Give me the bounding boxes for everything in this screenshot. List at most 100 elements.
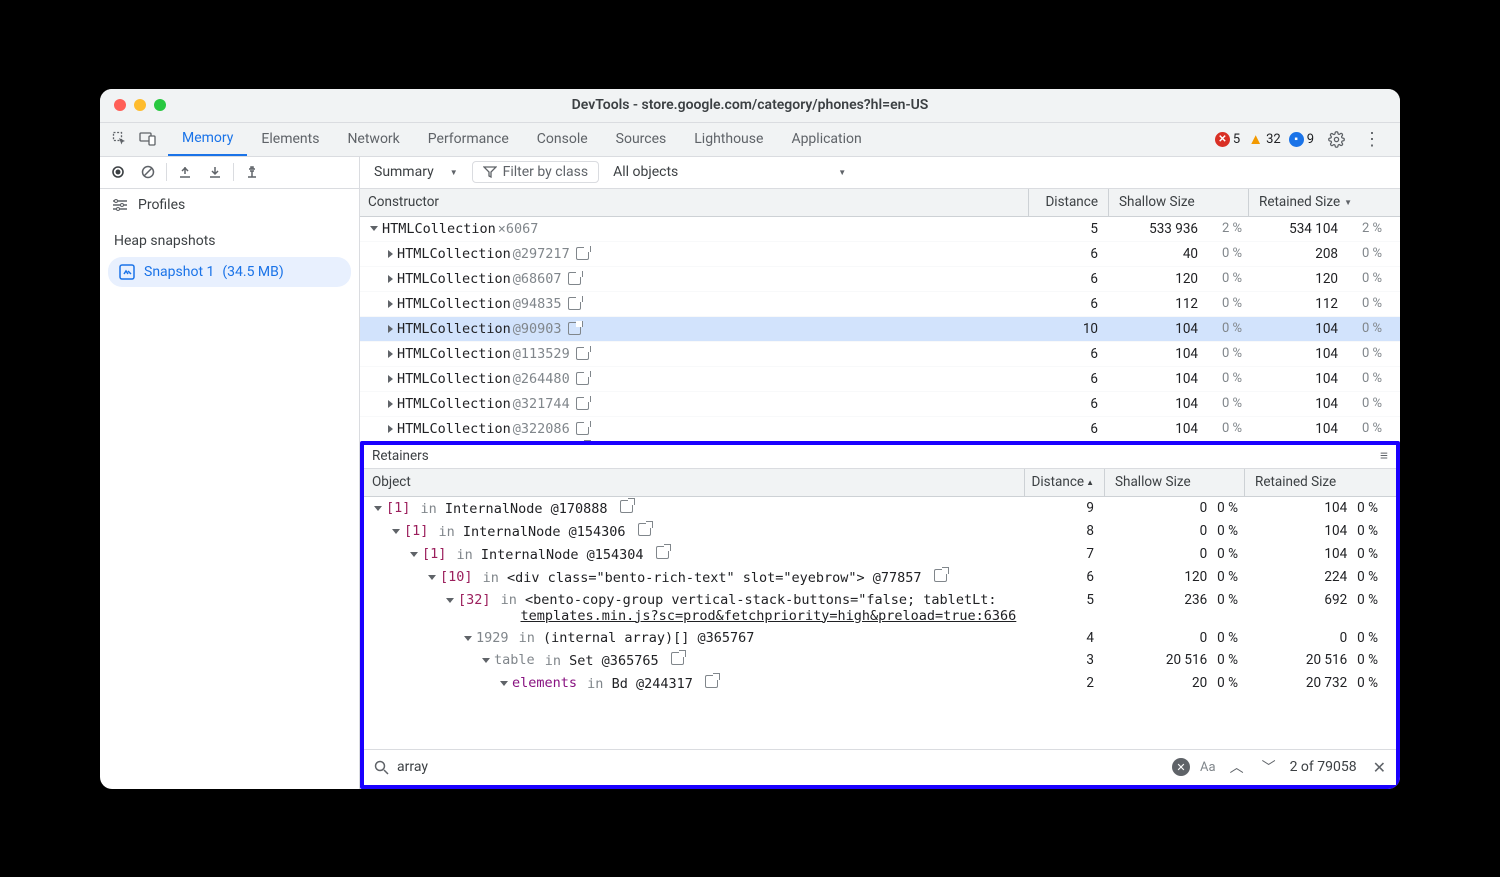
clear-icon[interactable] — [136, 160, 160, 184]
close-search-icon[interactable]: ✕ — [1373, 758, 1386, 777]
retainers-grid-header: Object Distance▲ Shallow Size Retained S… — [364, 469, 1396, 497]
disclosure-triangle-icon[interactable] — [388, 425, 393, 433]
tab-lighthouse[interactable]: Lighthouse — [680, 122, 777, 156]
match-count: 2 of 79058 — [1290, 759, 1357, 775]
col-object[interactable]: Object — [364, 474, 1024, 490]
table-row[interactable]: HTMLCollection @26448061040 %1040 % — [360, 367, 1400, 392]
table-row[interactable]: 1929 in (internal array)[] @365767400 %0… — [364, 627, 1396, 649]
tab-sources[interactable]: Sources — [602, 122, 681, 156]
disclosure-triangle-icon[interactable] — [428, 575, 436, 580]
col-constructor[interactable]: Constructor — [360, 194, 1028, 210]
profiles-row[interactable]: Profiles — [100, 189, 359, 221]
col-retained[interactable]: Retained Size▼ — [1248, 189, 1388, 216]
heap-snapshots-label: Heap snapshots — [100, 221, 359, 255]
reveal-icon[interactable] — [671, 652, 684, 665]
disclosure-triangle-icon[interactable] — [388, 375, 393, 383]
disclosure-triangle-icon[interactable] — [446, 598, 454, 603]
filter-bar: Summary Filter by class All objects — [360, 157, 1400, 189]
reveal-icon[interactable] — [576, 247, 589, 260]
col-distance[interactable]: Distance — [1028, 189, 1108, 216]
reveal-icon[interactable] — [576, 372, 589, 385]
col-shallow-2[interactable]: Shallow Size — [1104, 469, 1244, 496]
reveal-icon[interactable] — [576, 422, 589, 435]
retainers-panel: Retainers ≡ Object Distance▲ Shallow Siz… — [360, 441, 1400, 789]
table-row[interactable]: elements in Bd @244317 2200 %20 7320 % — [364, 672, 1396, 695]
col-shallow[interactable]: Shallow Size — [1108, 189, 1248, 216]
prev-match-button[interactable]: ︿ — [1226, 757, 1248, 777]
disclosure-triangle-icon[interactable] — [410, 552, 418, 557]
warning-indicator[interactable]: ▲32 — [1248, 130, 1280, 148]
match-case-toggle[interactable]: Aa — [1200, 760, 1216, 775]
reveal-icon[interactable] — [705, 675, 718, 688]
table-row[interactable]: [32] in <bento-copy-group vertical-stack… — [364, 589, 1396, 627]
tab-elements[interactable]: Elements — [247, 122, 333, 156]
table-row[interactable]: table in Set @365765 320 5160 %20 5160 % — [364, 649, 1396, 672]
reveal-icon[interactable] — [656, 546, 669, 559]
disclosure-triangle-icon[interactable] — [388, 300, 393, 308]
table-row[interactable]: HTMLCollection @90903101040 %1040 % — [360, 317, 1400, 342]
tab-console[interactable]: Console — [523, 122, 602, 156]
reveal-icon[interactable] — [576, 347, 589, 360]
search-input[interactable]: array — [397, 759, 428, 775]
retainers-label: Retainers — [372, 448, 429, 464]
reveal-icon[interactable] — [568, 297, 581, 310]
issues-indicator[interactable]: ▪9 — [1289, 132, 1314, 147]
disclosure-triangle-icon[interactable] — [374, 506, 382, 511]
disclosure-triangle-icon[interactable] — [388, 275, 393, 283]
snapshot-item[interactable]: Snapshot 1 (34.5 MB) — [108, 257, 351, 287]
disclosure-triangle-icon[interactable] — [482, 658, 490, 663]
memory-toolbar — [100, 157, 359, 189]
record-icon[interactable] — [106, 160, 130, 184]
reveal-icon[interactable] — [568, 322, 581, 335]
summary-dropdown[interactable]: Summary — [370, 162, 462, 182]
table-row[interactable]: [1] in InternalNode @154306 800 %1040 % — [364, 520, 1396, 543]
snapshot-name: Snapshot 1 — [144, 264, 214, 280]
disclosure-triangle-icon[interactable] — [388, 325, 393, 333]
retainers-menu-icon[interactable]: ≡ — [1380, 448, 1388, 464]
table-row[interactable]: HTMLCollection ×60675533 9362 %534 1042 … — [360, 217, 1400, 242]
disclosure-triangle-icon[interactable] — [388, 350, 393, 358]
disclosure-triangle-icon[interactable] — [388, 250, 393, 258]
reveal-icon[interactable] — [576, 397, 589, 410]
reveal-icon[interactable] — [568, 272, 581, 285]
tab-memory[interactable]: Memory — [168, 122, 247, 156]
clear-search-icon[interactable]: ✕ — [1172, 758, 1190, 776]
settings-icon[interactable] — [1322, 125, 1350, 153]
col-distance-2[interactable]: Distance▲ — [1024, 469, 1104, 496]
tab-network[interactable]: Network — [333, 122, 413, 156]
device-toolbar-icon[interactable] — [134, 125, 162, 153]
table-row[interactable]: HTMLCollection @32174461040 %1040 % — [360, 392, 1400, 417]
table-row[interactable]: [1] in InternalNode @154304 700 %1040 % — [364, 543, 1396, 566]
disclosure-triangle-icon[interactable] — [370, 226, 378, 231]
disclosure-triangle-icon[interactable] — [388, 400, 393, 408]
table-row[interactable]: HTMLCollection @9483561120 %1120 % — [360, 292, 1400, 317]
devtools-window: DevTools - store.google.com/category/pho… — [100, 89, 1400, 789]
table-row[interactable]: [1] in InternalNode @170888 900 %1040 % — [364, 497, 1396, 520]
class-filter[interactable]: Filter by class — [472, 161, 599, 183]
table-row[interactable]: HTMLCollection @2972176400 %2080 % — [360, 242, 1400, 267]
gc-icon[interactable] — [240, 160, 264, 184]
disclosure-triangle-icon[interactable] — [392, 529, 400, 534]
inspect-element-icon[interactable] — [106, 125, 134, 153]
more-icon[interactable]: ⋮ — [1358, 125, 1386, 153]
import-icon[interactable] — [173, 160, 197, 184]
table-row[interactable]: HTMLCollection @6860761200 %1200 % — [360, 267, 1400, 292]
sidebar: Profiles Heap snapshots Snapshot 1 (34.5… — [100, 157, 360, 789]
table-row[interactable]: HTMLCollection @11352961040 %1040 % — [360, 342, 1400, 367]
col-retained-2[interactable]: Retained Size — [1244, 469, 1384, 496]
disclosure-triangle-icon[interactable] — [500, 681, 508, 686]
tab-performance[interactable]: Performance — [414, 122, 523, 156]
error-indicator[interactable]: ✕5 — [1215, 132, 1240, 147]
reveal-icon[interactable] — [638, 523, 651, 536]
next-match-button[interactable]: ﹀ — [1258, 757, 1280, 777]
table-row[interactable]: HTMLCollection @32208661040 %1040 % — [360, 417, 1400, 441]
reveal-icon[interactable] — [620, 500, 633, 513]
export-icon[interactable] — [203, 160, 227, 184]
reveal-icon[interactable] — [934, 569, 947, 582]
table-row[interactable]: [10] in <div class="bento-rich-text" slo… — [364, 566, 1396, 589]
tab-application[interactable]: Application — [777, 122, 875, 156]
snapshot-icon — [118, 263, 136, 281]
disclosure-triangle-icon[interactable] — [464, 636, 472, 641]
constructor-grid-header: Constructor Distance Shallow Size Retain… — [360, 189, 1400, 217]
scope-dropdown[interactable]: All objects — [609, 162, 850, 182]
